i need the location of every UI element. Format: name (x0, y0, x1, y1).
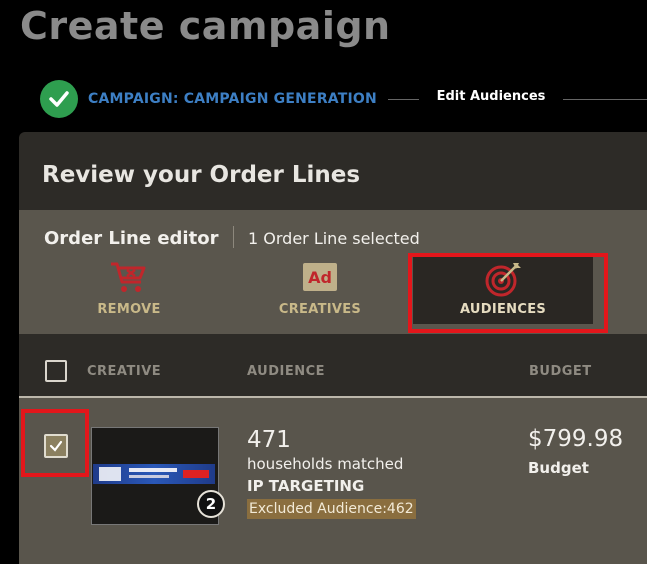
audience-count: 471 (247, 427, 291, 453)
creatives-button[interactable]: Ad CREATIVES (255, 260, 385, 324)
tooltip-text: Edit Audiences (436, 89, 546, 104)
row-checkbox-highlight (21, 409, 89, 477)
remove-label: REMOVE (97, 302, 161, 317)
card-title: Review your Order Lines (42, 162, 361, 188)
creative-count-badge: 2 (197, 490, 225, 518)
audience-matched-label: households matched (247, 455, 404, 473)
step-label[interactable]: CAMPAIGN: CAMPAIGN GENERATION (88, 91, 377, 107)
editor-title: Order Line editor (44, 228, 219, 249)
selection-count: 1 Order Line selected (248, 229, 420, 248)
edit-audiences-tooltip: Edit Audiences (419, 78, 563, 123)
audiences-highlight (408, 253, 608, 333)
budget-label: Budget (528, 459, 589, 477)
column-header-creative[interactable]: CREATIVE (87, 364, 161, 379)
excluded-audience-badge: Excluded Audience:462 (247, 499, 416, 519)
ad-icon: Ad (300, 260, 340, 298)
cart-remove-icon (109, 260, 149, 300)
svg-text:Ad: Ad (308, 268, 332, 287)
editor-divider (233, 226, 234, 248)
order-lines-card: Review your Order Lines Order Line edito… (19, 132, 647, 564)
budget-value: $799.98 (528, 426, 624, 452)
select-all-checkbox[interactable] (45, 360, 67, 382)
tooltip-arrow (491, 116, 505, 123)
targeting-type: IP TARGETING (247, 477, 365, 495)
step-complete-icon (40, 80, 78, 118)
page-title: Create campaign (20, 4, 391, 48)
creatives-label: CREATIVES (278, 302, 362, 317)
remove-button[interactable]: REMOVE (64, 260, 194, 324)
column-header-budget[interactable]: BUDGET (529, 364, 592, 379)
column-header-audience[interactable]: AUDIENCE (247, 364, 325, 379)
creative-banner-image (93, 464, 215, 484)
